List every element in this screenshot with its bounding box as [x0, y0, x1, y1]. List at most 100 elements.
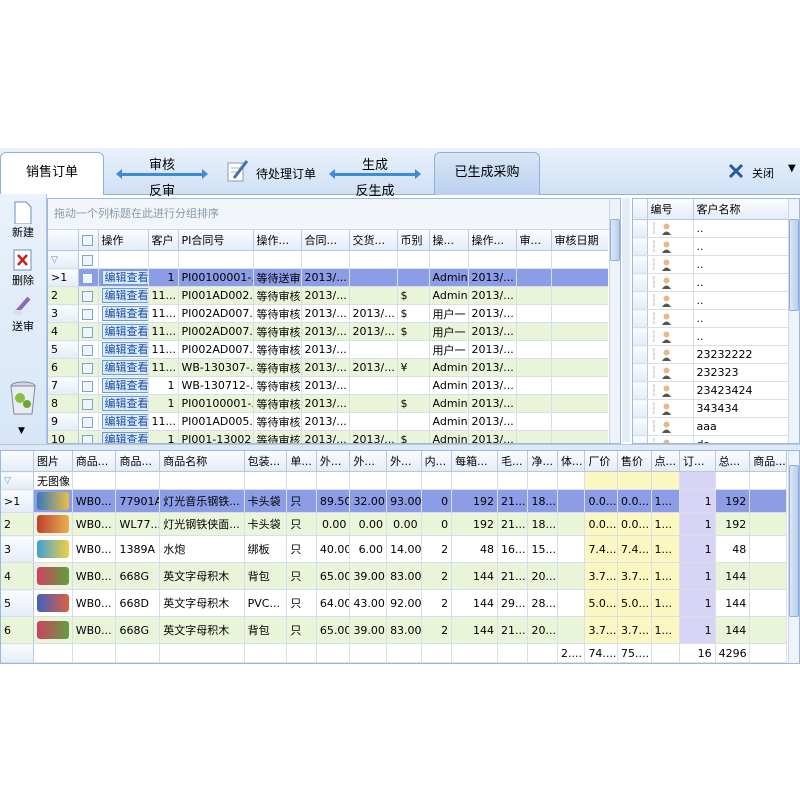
sidebar-scroll-down-icon[interactable]: ▼	[18, 426, 25, 436]
list-item[interactable]: ┆ ds	[633, 435, 790, 443]
filter-cell[interactable]	[98, 250, 149, 269]
row-checkbox[interactable]	[78, 268, 99, 287]
group-panel[interactable]: 拖动一个列标题在此进行分组排序	[48, 199, 620, 230]
edit-view-button[interactable]: 编辑查看	[98, 340, 149, 359]
col-header[interactable]: PI合同号	[178, 230, 254, 251]
table-row[interactable]: 6 WB0... 668G 英文字母积木 背包只 65.00 39.00 83.00 2 144 2…	[1, 616, 787, 644]
row-indicator[interactable]	[633, 417, 648, 436]
table-row[interactable]: 6 编辑查看 11... WB-130307-... 等待审核 2013/... 2013/…	[48, 358, 608, 377]
row-checkbox[interactable]	[78, 376, 99, 395]
col-header[interactable]: 商品...	[115, 451, 161, 472]
row-indicator[interactable]	[633, 345, 648, 364]
row-indicator[interactable]	[633, 255, 648, 274]
tab-generated-purchase[interactable]: 已生成采购	[434, 152, 540, 195]
edit-view-button[interactable]: 编辑查看	[98, 376, 149, 395]
list-item[interactable]: ┆ ..	[633, 309, 790, 328]
filter-row-icon[interactable]: ▽	[1, 471, 35, 490]
row-checkbox[interactable]	[78, 340, 99, 359]
row-checkbox[interactable]	[78, 304, 99, 323]
filter-row-icon[interactable]: ▽	[48, 250, 79, 269]
filter-image-cell[interactable]: 无图像	[33, 471, 73, 490]
row-indicator[interactable]	[633, 381, 648, 400]
edit-view-button[interactable]: 编辑查看	[98, 358, 149, 377]
col-header[interactable]: 操作...	[253, 230, 302, 251]
table-row[interactable]: >1编辑查看1PI00100001-...等待送审2013/...Admin20…	[48, 268, 608, 287]
col-header[interactable]: 外...	[386, 451, 422, 472]
table-row[interactable]: 2 WB0... WL77... 灯光钢铁侠面... 卡头袋只 0.00 0.00 0.00 0…	[1, 512, 787, 536]
row-indicator[interactable]: 4	[1, 562, 35, 590]
col-header[interactable]: 合同...	[301, 230, 350, 251]
table-row[interactable]: >1 WB0... 77901A 灯光音乐钢铁... 卡头袋只 89.50 32.00 93.…	[1, 489, 787, 513]
filter-cell[interactable]	[429, 250, 469, 269]
col-header-customer-name[interactable]: 客户名称	[693, 199, 790, 220]
row-indicator[interactable]	[633, 363, 648, 382]
row-indicator[interactable]: 2	[1, 512, 35, 536]
filter-cell[interactable]	[349, 250, 398, 269]
col-header[interactable]: 操作...	[468, 230, 517, 251]
row-checkbox[interactable]	[78, 430, 99, 443]
recycle-bin-icon[interactable]	[8, 380, 38, 416]
table-row[interactable]: 7 编辑查看 1 WB-130712-... 等待审核 2013/... Admin 2013…	[48, 376, 608, 395]
audit-button[interactable]: 审核	[112, 154, 212, 173]
col-header[interactable]: 客户	[148, 230, 179, 251]
edit-view-button[interactable]: 编辑查看	[98, 322, 149, 341]
row-checkbox[interactable]	[78, 412, 99, 431]
filter-cell[interactable]	[551, 250, 608, 269]
col-header[interactable]: 交货...	[349, 230, 398, 251]
col-header[interactable]: 操...	[429, 230, 469, 251]
row-indicator[interactable]: 3	[48, 304, 79, 323]
list-item[interactable]: ┆ ..	[633, 219, 790, 238]
edit-view-button[interactable]: 编辑查看	[98, 412, 149, 431]
list-item[interactable]: ┆ ..	[633, 291, 790, 310]
list-item[interactable]: ┆ ..	[633, 237, 790, 256]
col-header[interactable]: 总...	[715, 451, 751, 472]
row-indicator[interactable]: 10	[48, 430, 79, 443]
list-item[interactable]: ┆ 232323	[633, 363, 790, 382]
row-indicator[interactable]: 8	[48, 394, 79, 413]
row-indicator[interactable]: 7	[48, 376, 79, 395]
col-header[interactable]: 审核日期	[551, 230, 608, 251]
row-indicator[interactable]	[633, 435, 648, 443]
list-item[interactable]: ┆ 23232222	[633, 345, 790, 364]
ungenerate-button[interactable]: 反生成	[325, 180, 425, 199]
row-indicator[interactable]: 6	[48, 358, 79, 377]
filter-cell[interactable]	[148, 250, 179, 269]
col-header[interactable]: 每箱...	[451, 451, 498, 472]
row-indicator[interactable]	[633, 219, 648, 238]
col-header[interactable]: 体...	[557, 451, 586, 472]
table-row[interactable]: 3 编辑查看 11... PI002AD007... 等待审核 2013/... 2013/…	[48, 304, 608, 323]
table-row[interactable]: 9 编辑查看 11... PI001AD005... 等待审核 2013/... Admin…	[48, 412, 608, 431]
row-indicator[interactable]	[633, 237, 648, 256]
close-button[interactable]: 关闭 ▼	[728, 162, 798, 182]
tab-sales-order[interactable]: 销售订单	[0, 152, 104, 195]
col-header[interactable]: 商品...	[749, 451, 787, 472]
table-row[interactable]: 5 编辑查看 11... PI002AD007... 等待审核 2013/... 用户一 20…	[48, 340, 608, 359]
delete-button[interactable]: 删除	[0, 248, 46, 288]
filter-cell[interactable]	[397, 250, 430, 269]
list-item[interactable]: ┆ aaa	[633, 417, 790, 436]
row-indicator[interactable]: >1	[48, 268, 79, 287]
row-indicator[interactable]: 5	[48, 340, 79, 359]
row-indicator[interactable]: 4	[48, 322, 79, 341]
col-header[interactable]: 单...	[286, 451, 317, 472]
col-header[interactable]: 净...	[527, 451, 558, 472]
edit-view-button[interactable]: 编辑查看	[98, 268, 149, 287]
table-row[interactable]: 5 WB0... 668D 英文字母积木 PVC... 只 64.00 43.00 92.00 2…	[1, 589, 787, 617]
col-header[interactable]: 点...	[651, 451, 681, 472]
row-indicator[interactable]: 6	[1, 616, 35, 644]
submit-button[interactable]: 送审	[0, 294, 46, 334]
row-indicator[interactable]: 5	[1, 589, 35, 617]
col-header[interactable]: 订...	[679, 451, 716, 472]
row-checkbox[interactable]	[78, 358, 99, 377]
list-item[interactable]: ┆ ..	[633, 327, 790, 346]
new-button[interactable]: 新建	[0, 200, 46, 240]
col-header[interactable]: 商品名称	[159, 451, 245, 472]
col-header[interactable]: 外...	[316, 451, 351, 472]
col-header[interactable]: 外...	[349, 451, 388, 472]
row-checkbox[interactable]	[78, 322, 99, 341]
col-header[interactable]: 操作	[98, 230, 149, 251]
edit-view-button[interactable]: 编辑查看	[98, 286, 149, 305]
filter-cell[interactable]	[178, 250, 254, 269]
table-row[interactable]: 4 编辑查看 11... PI002AD007... 等待审核 2013/... 2013/…	[48, 322, 608, 341]
row-checkbox[interactable]	[78, 286, 99, 305]
